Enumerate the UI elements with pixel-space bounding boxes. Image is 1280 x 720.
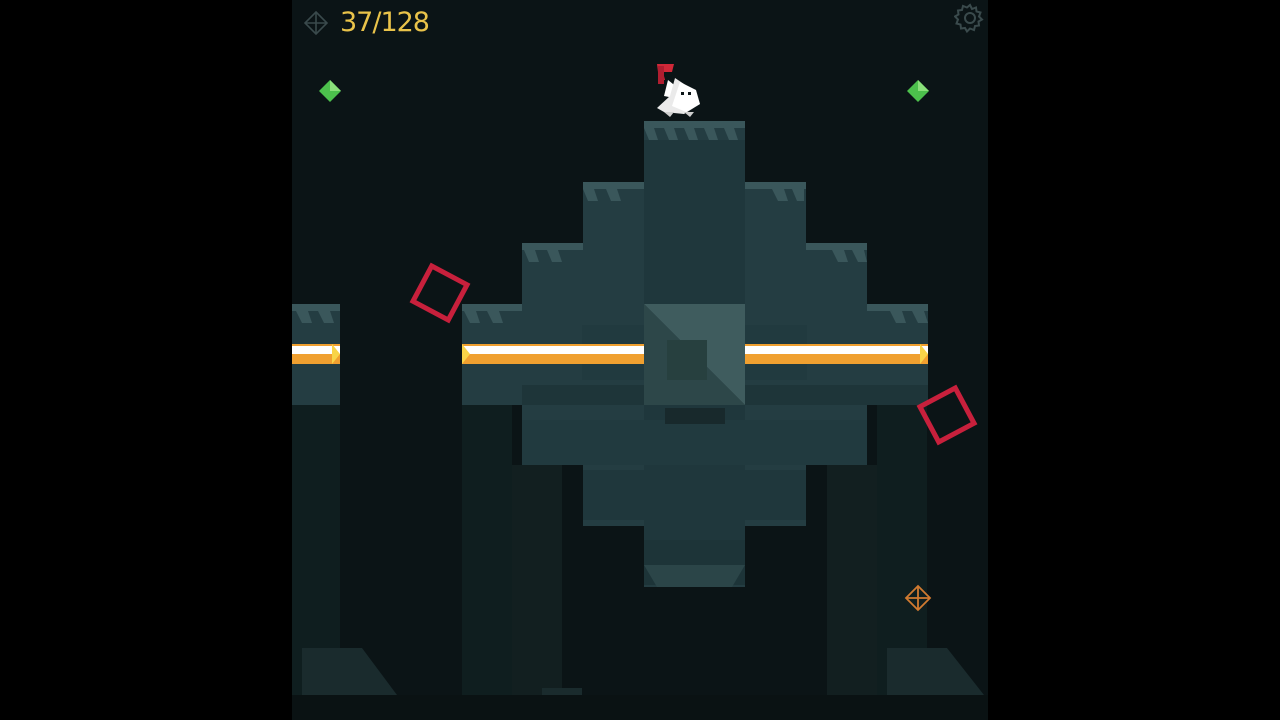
green-gems bbox=[319, 80, 929, 102]
game-viewport: 37/128 bbox=[292, 0, 988, 720]
gear-icon bbox=[954, 3, 984, 34]
laser-beams bbox=[292, 344, 928, 364]
settings-button[interactable] bbox=[954, 2, 986, 34]
player-character bbox=[657, 64, 700, 117]
collected-count-text: 37/128 bbox=[340, 7, 430, 38]
level-scene bbox=[292, 64, 988, 720]
crosshair-diamond-icon bbox=[304, 11, 328, 35]
collectible-counter: 37/128 bbox=[304, 7, 430, 38]
